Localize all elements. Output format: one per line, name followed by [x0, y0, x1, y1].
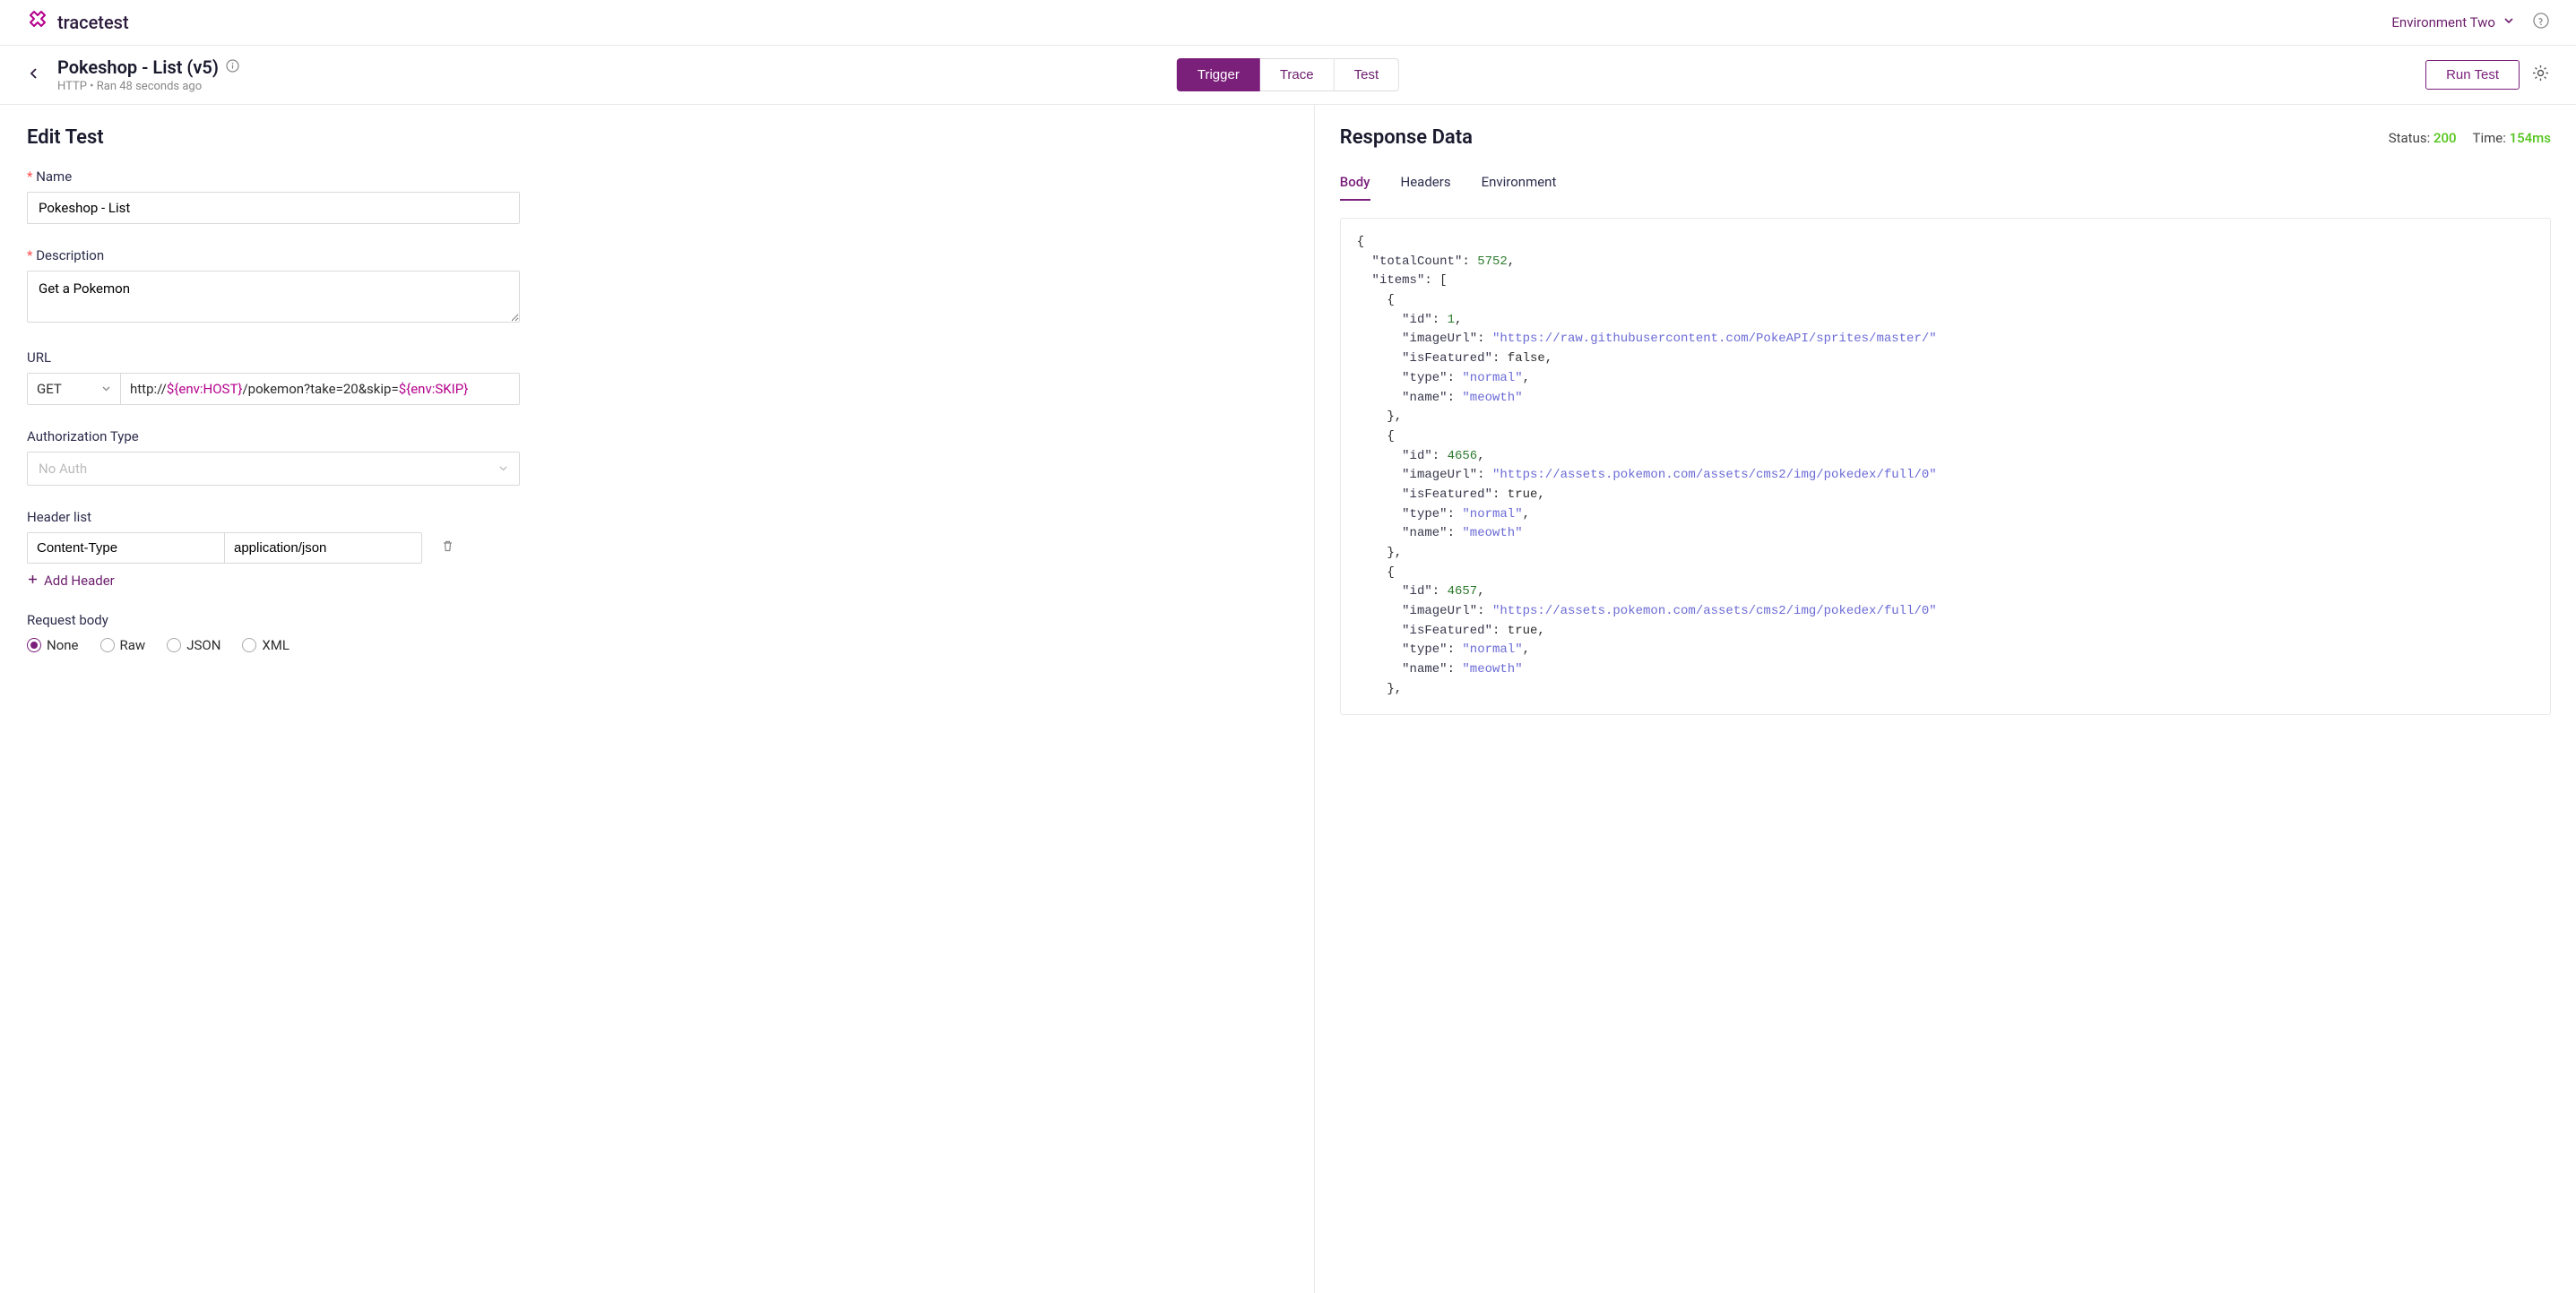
response-body[interactable]: { "totalCount": 5752, "items": [ { "id":… [1340, 218, 2551, 715]
chevron-down-icon [101, 381, 111, 397]
method-select[interactable]: GET [27, 373, 121, 405]
body-label: Request body [27, 612, 1287, 628]
help-icon[interactable] [2533, 13, 2549, 32]
description-label: Description [27, 247, 1287, 263]
brand-icon [27, 9, 50, 36]
body-option-xml[interactable]: XML [242, 637, 290, 653]
response-panel: Response Data Status: 200 Time: 154ms Bo… [1314, 105, 2576, 1293]
tab-test[interactable]: Test [1335, 58, 1400, 91]
body-type-radios: None Raw JSON XML [27, 637, 1287, 653]
status-value: 200 [2433, 130, 2457, 146]
page-title: Pokeshop - List (v5) [57, 56, 219, 78]
environment-label: Environment Two [2391, 14, 2495, 30]
response-tab-headers[interactable]: Headers [1401, 174, 1451, 201]
mode-tabs: Trigger Trace Test [1177, 58, 1399, 91]
body-option-none[interactable]: None [27, 637, 79, 653]
header-row [27, 532, 1287, 564]
plus-icon [27, 573, 39, 589]
header-key-input[interactable] [27, 532, 225, 564]
url-input[interactable]: http://${env:HOST}/pokemon?take=20&skip=… [121, 373, 520, 405]
brand[interactable]: tracetest [27, 9, 129, 36]
description-input[interactable] [27, 271, 520, 323]
sub-header: Pokeshop - List (v5) HTTP • Ran 48 secon… [0, 46, 2576, 105]
response-tab-environment[interactable]: Environment [1482, 174, 1557, 201]
add-header-button[interactable]: Add Header [27, 573, 1287, 589]
run-test-button[interactable]: Run Test [2425, 60, 2520, 90]
tab-trigger[interactable]: Trigger [1177, 58, 1260, 91]
body-option-raw[interactable]: Raw [100, 637, 146, 653]
time-value: 154ms [2510, 130, 2551, 146]
auth-label: Authorization Type [27, 428, 1287, 444]
delete-header-icon[interactable] [441, 539, 454, 556]
url-label: URL [27, 349, 1287, 366]
header-list-label: Header list [27, 509, 1287, 525]
edit-title: Edit Test [27, 126, 1287, 149]
chevron-down-icon [2503, 14, 2515, 30]
response-tab-body[interactable]: Body [1340, 174, 1370, 201]
settings-icon[interactable] [2532, 65, 2549, 85]
chevron-down-icon [498, 461, 508, 477]
auth-select[interactable]: No Auth [27, 452, 520, 486]
name-input[interactable] [27, 192, 520, 224]
response-tabs: Body Headers Environment [1340, 174, 2551, 202]
environment-dropdown[interactable]: Environment Two [2391, 14, 2515, 30]
name-label: Name [27, 168, 1287, 185]
brand-text: tracetest [57, 12, 129, 33]
body-option-json[interactable]: JSON [167, 637, 220, 653]
response-title: Response Data [1340, 126, 1473, 149]
page-meta: HTTP • Ran 48 seconds ago [57, 80, 239, 93]
back-button[interactable] [27, 66, 41, 84]
header-value-input[interactable] [225, 532, 422, 564]
top-bar: tracetest Environment Two [0, 0, 2576, 46]
info-icon[interactable] [226, 59, 239, 76]
edit-panel: Edit Test Name Description URL GET http:… [0, 105, 1314, 1293]
response-meta: Status: 200 Time: 154ms [2389, 130, 2551, 146]
tab-trace[interactable]: Trace [1260, 58, 1335, 91]
